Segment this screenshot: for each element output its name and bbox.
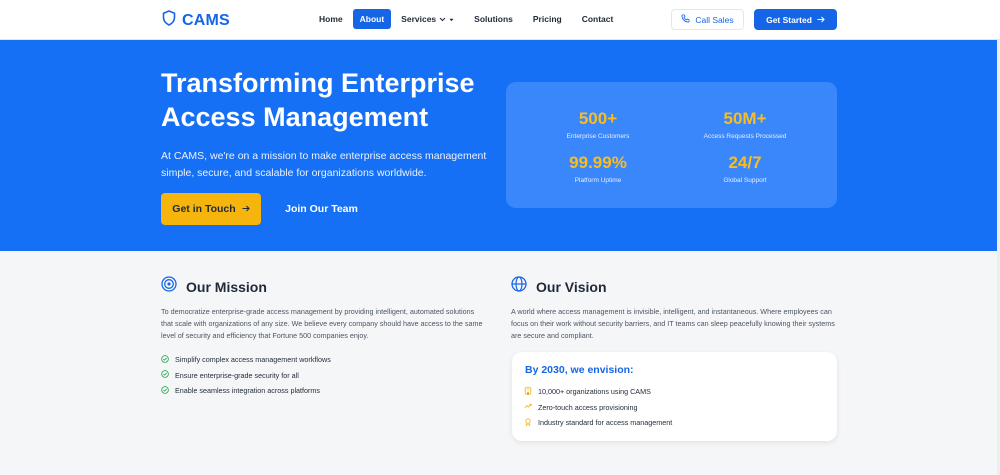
stat-label: Enterprise Customers [566, 133, 630, 140]
mission-title: Our Mission [186, 278, 267, 295]
get-started-label: Get Started [766, 14, 812, 25]
mission-text: To democratize enterprise-grade access m… [161, 307, 483, 340]
stat-support: 24/7 Global Support [675, 153, 815, 184]
stat-value: 99.99% [569, 153, 627, 172]
target-icon [161, 276, 177, 297]
list-item: Enable seamless integration across platf… [161, 383, 331, 399]
nav-label: About [359, 14, 385, 24]
list-item: Simplify complex access management workf… [161, 352, 331, 368]
list-item-text: Simplify complex access management workf… [175, 355, 331, 365]
stat-value: 24/7 [728, 153, 762, 172]
hero-subtitle: At CAMS, we're on a mission to make ente… [161, 150, 487, 179]
nav-label: Contact [581, 14, 614, 24]
shield-icon [162, 10, 176, 31]
nav-item-services[interactable]: Services [394, 9, 461, 29]
check-circle-icon [161, 385, 169, 396]
arrow-right-icon [242, 203, 250, 215]
nav-label: Solutions [474, 14, 513, 24]
get-started-button[interactable]: Get Started [754, 9, 837, 30]
mission-points: Simplify complex access management workf… [161, 352, 331, 399]
caret-down-icon [449, 9, 454, 29]
site-header: CAMS Home About Services Solutions Prici… [0, 0, 1000, 40]
list-item-text: Enable seamless integration across platf… [175, 386, 321, 396]
vision-points: 10,000+ organizations using CAMS Zero-to… [524, 384, 672, 431]
call-sales-button[interactable]: Call Sales [671, 9, 744, 30]
award-icon [524, 418, 532, 428]
list-item-text: Zero-touch access provisioning [538, 402, 638, 412]
list-item: Industry standard for access management [524, 415, 672, 431]
join-our-team-label: Join Our Team [285, 203, 358, 215]
stat-label: Access Requests Processed [703, 133, 787, 140]
arrow-right-icon [817, 15, 825, 25]
get-in-touch-button[interactable]: Get in Touch [161, 193, 261, 225]
chevron-down-icon [439, 9, 446, 29]
brand-logo[interactable]: CAMS [162, 10, 230, 31]
stat-uptime: 99.99% Platform Uptime [528, 153, 668, 184]
nav-item-about[interactable]: About [352, 9, 392, 29]
list-item: 10,000+ organizations using CAMS [524, 384, 672, 400]
check-circle-icon [161, 354, 169, 365]
list-item-text: Ensure enterprise-grade security for all [175, 370, 299, 380]
vision-card-title: By 2030, we envision: [525, 364, 634, 376]
vision-text: A world where access management is invis… [511, 307, 835, 340]
nav-item-solutions[interactable]: Solutions [467, 9, 520, 29]
nav-label: Home [319, 14, 343, 24]
join-our-team-button[interactable]: Join Our Team [274, 193, 369, 225]
nav-item-home[interactable]: Home [312, 9, 350, 29]
stat-value: 50M+ [723, 109, 767, 128]
main-nav: Home About Services Solutions Pricing Co… [312, 9, 623, 29]
phone-icon [681, 14, 690, 25]
vision-title: Our Vision [536, 278, 607, 295]
stat-customers: 500+ Enterprise Customers [528, 109, 668, 140]
trending-up-icon [524, 402, 532, 412]
mission-heading: Our Mission [161, 276, 267, 297]
list-item-text: 10,000+ organizations using CAMS [538, 387, 651, 397]
stats-card: 500+ Enterprise Customers 50M+ Access Re… [506, 82, 837, 208]
stat-label: Platform Uptime [574, 177, 622, 184]
nav-item-pricing[interactable]: Pricing [526, 9, 569, 29]
globe-icon [511, 276, 527, 297]
brand-name: CAMS [182, 11, 230, 29]
list-item: Ensure enterprise-grade security for all [161, 368, 331, 384]
list-item-text: Industry standard for access management [538, 418, 673, 428]
nav-label: Pricing [532, 14, 562, 24]
list-item: Zero-touch access provisioning [524, 400, 672, 416]
call-sales-label: Call Sales [695, 14, 734, 25]
get-in-touch-label: Get in Touch [172, 203, 236, 215]
stat-requests: 50M+ Access Requests Processed [675, 109, 815, 140]
stat-label: Global Support [723, 177, 767, 184]
hero-title: Transforming Enterprise Access Managemen… [161, 68, 475, 132]
check-circle-icon [161, 370, 169, 380]
nav-label: Services [401, 14, 437, 24]
vision-card: By 2030, we envision: 10,000+ organizati… [512, 352, 837, 441]
nav-item-contact[interactable]: Contact [575, 9, 621, 29]
stat-value: 500+ [578, 109, 618, 128]
building-icon [524, 387, 532, 397]
vision-heading: Our Vision [511, 276, 607, 297]
